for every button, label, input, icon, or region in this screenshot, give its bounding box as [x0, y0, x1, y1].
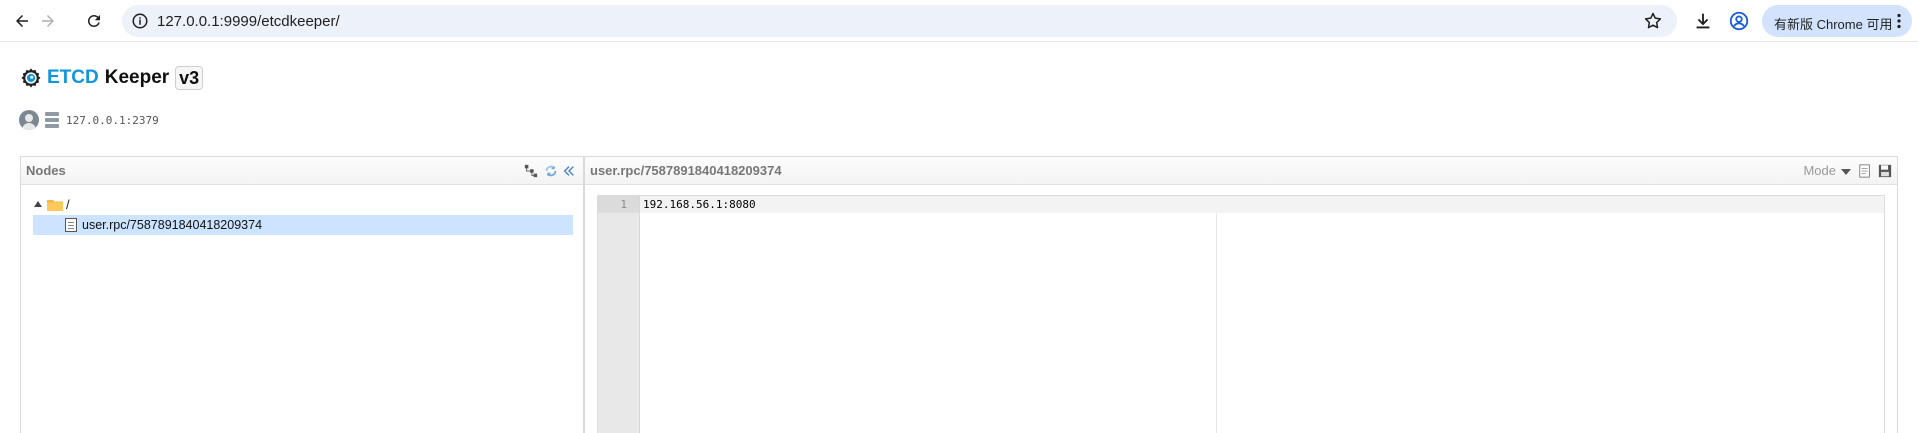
file-info-icon[interactable]: [1857, 163, 1873, 179]
save-icon[interactable]: [1877, 163, 1893, 179]
reload-button[interactable]: [80, 7, 108, 35]
arrow-left-icon: [16, 15, 28, 27]
bookmark-star-icon[interactable]: [1643, 11, 1663, 31]
server-database-icon[interactable]: [45, 112, 59, 128]
active-line-gutter: [598, 196, 639, 213]
forward-button[interactable]: [34, 7, 62, 35]
file-icon: [65, 218, 77, 232]
collapse-panel-icon[interactable]: [561, 163, 577, 179]
arrow-right-icon: [42, 15, 54, 27]
value-editor[interactable]: 1 192.168.56.1:8080: [597, 195, 1885, 433]
current-key-title: user.rpc/7587891840418209374: [590, 163, 782, 178]
brand-etcd: ETCD: [47, 67, 99, 88]
editor-line[interactable]: 192.168.56.1:8080: [643, 198, 756, 211]
etcd-logo-icon: [21, 68, 41, 88]
tree-root[interactable]: /: [31, 195, 573, 215]
refresh-icon[interactable]: [543, 163, 559, 179]
line-number: 1: [620, 198, 627, 211]
profile-icon[interactable]: [1728, 10, 1750, 32]
value-panel-header: user.rpc/7587891840418209374 Mode: [585, 157, 1897, 185]
reload-icon: [87, 14, 100, 27]
server-address: 127.0.0.1:2379: [66, 113, 159, 127]
nodes-panel: Nodes / user.rpc/7587891840418209374: [20, 156, 584, 433]
expand-toggle-icon[interactable]: [34, 201, 42, 207]
more-vert-icon[interactable]: [1896, 13, 1902, 29]
version-badge: v3: [175, 66, 204, 90]
nodes-panel-title: Nodes: [26, 163, 66, 178]
tree-structure-icon[interactable]: [523, 163, 539, 179]
active-line-highlight: [640, 196, 1884, 213]
url-text[interactable]: 127.0.0.1:9999/etcdkeeper/: [157, 13, 340, 30]
address-bar[interactable]: 127.0.0.1:9999/etcdkeeper/: [122, 5, 1677, 37]
tree-root-label: /: [66, 197, 70, 212]
mode-label: Mode: [1803, 163, 1836, 178]
browser-toolbar: 127.0.0.1:9999/etcdkeeper/ 有新版 Chrome 可用: [0, 0, 1918, 42]
tree-item[interactable]: user.rpc/7587891840418209374: [33, 215, 573, 235]
back-button[interactable]: [8, 7, 36, 35]
download-icon[interactable]: [1692, 10, 1714, 32]
node-tree: / user.rpc/7587891840418209374: [31, 195, 573, 235]
app-brand: ETCD Keeper v3: [20, 66, 204, 90]
caret-down-icon: [1841, 168, 1851, 175]
brand-keeper: Keeper: [104, 67, 170, 88]
server-info: 127.0.0.1:2379: [19, 110, 159, 130]
tree-item-label: user.rpc/7587891840418209374: [82, 218, 263, 232]
user-avatar-icon[interactable]: [19, 110, 39, 130]
update-label: 有新版 Chrome 可用: [1774, 17, 1893, 32]
print-margin: [1216, 213, 1217, 433]
value-panel: user.rpc/7587891840418209374 Mode 1 192.…: [584, 156, 1898, 433]
editor-gutter: 1: [598, 196, 640, 433]
nodes-panel-header: Nodes: [21, 157, 583, 185]
site-info-icon[interactable]: [131, 12, 149, 30]
folder-icon: [47, 200, 63, 211]
mode-select[interactable]: Mode: [1803, 163, 1851, 178]
chrome-update-button[interactable]: 有新版 Chrome 可用: [1762, 5, 1912, 37]
